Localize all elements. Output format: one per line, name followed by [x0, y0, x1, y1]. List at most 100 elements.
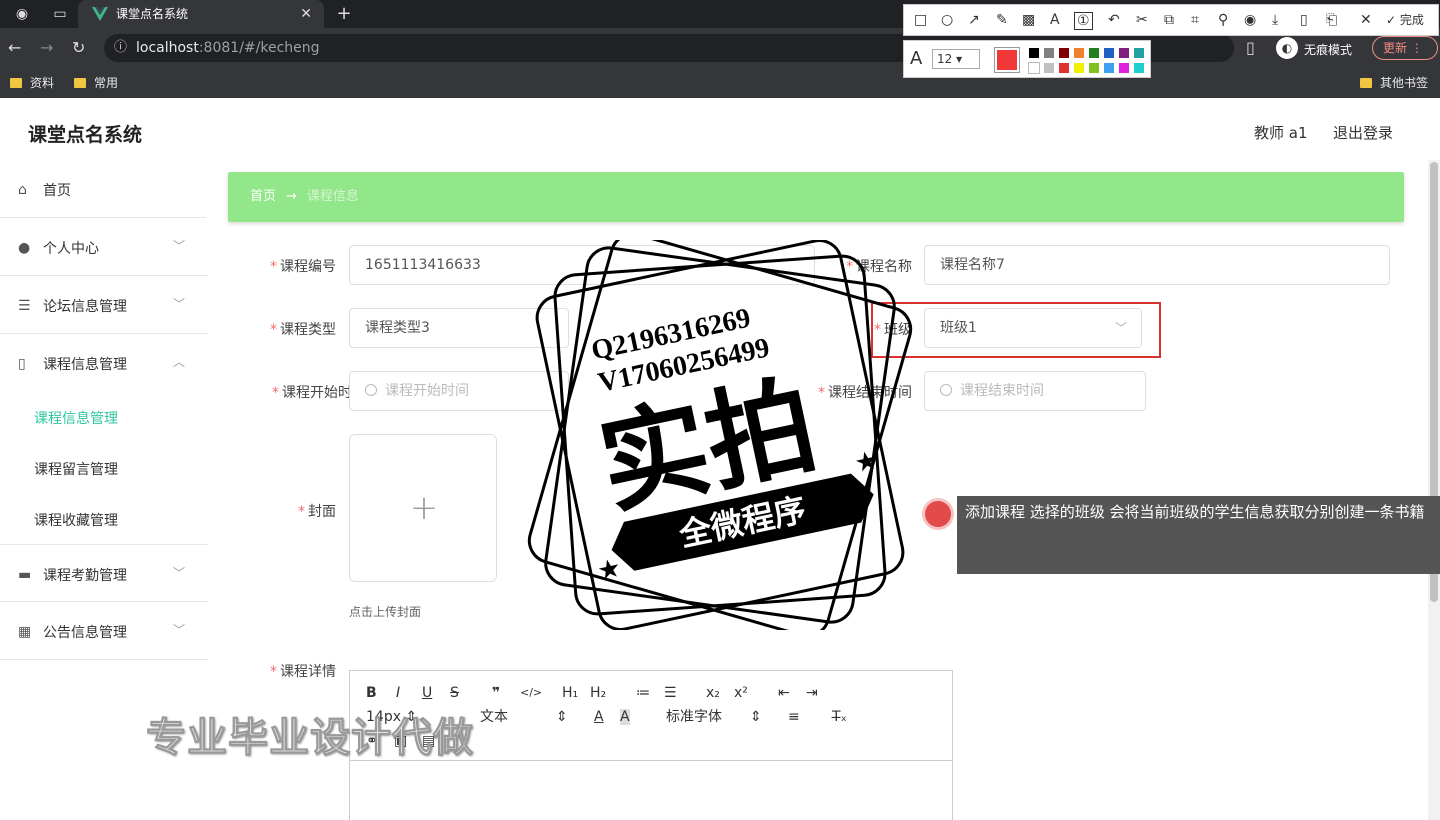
color-swatch[interactable] — [1088, 62, 1100, 74]
bookmark-folder-2[interactable]: 常用 — [74, 75, 118, 91]
course-type-value: 课程类型3 — [365, 320, 430, 336]
save-bookmark-icon[interactable]: ⎗ — [1326, 12, 1337, 28]
color-swatch[interactable] — [1103, 47, 1115, 59]
italic-icon[interactable]: I — [396, 685, 400, 701]
clock-icon — [940, 384, 952, 396]
tab-search-icon[interactable]: ▭ — [52, 6, 68, 22]
forward-icon[interactable]: → — [40, 39, 53, 57]
browser-menu-icon[interactable]: ◉ — [14, 6, 30, 22]
tab-title: 课堂点名系统 — [116, 7, 189, 21]
sidebar-subitem-course-favorite[interactable]: 课程收藏管理 — [34, 510, 118, 530]
color-swatch[interactable] — [1073, 47, 1085, 59]
bold-icon[interactable]: B — [366, 685, 377, 701]
color-swatch[interactable] — [1028, 62, 1040, 74]
phone-icon[interactable]: ▯ — [1300, 12, 1308, 28]
h1-icon[interactable]: H₁ — [562, 685, 578, 701]
ellipse-tool-icon[interactable]: ○ — [941, 12, 953, 28]
color-swatch[interactable] — [1043, 47, 1055, 59]
sidebar-item-notice[interactable]: ▦ 公告信息管理 ﹀ — [0, 602, 208, 660]
mosaic-tool-icon[interactable]: ▩ — [1022, 12, 1035, 28]
pin-icon[interactable]: ⚲ — [1218, 12, 1228, 28]
subscript-icon[interactable]: x₂ — [706, 685, 720, 701]
header-select[interactable]: 文本 — [480, 709, 508, 725]
color-swatch[interactable] — [1118, 62, 1130, 74]
rectangle-tool-icon[interactable]: □ — [914, 12, 927, 28]
code-icon[interactable]: </> — [520, 685, 542, 701]
color-swatch[interactable] — [1133, 47, 1145, 59]
bullet-list-icon[interactable]: ☰ — [664, 685, 677, 701]
sidebar-subitem-course-info[interactable]: 课程信息管理 — [34, 408, 118, 428]
sidebar-subitem-course-message[interactable]: 课程留言管理 — [34, 459, 118, 479]
translate-icon[interactable]: ⧉ — [1164, 12, 1174, 28]
arrow-tool-icon[interactable]: ↗ — [968, 12, 980, 28]
quote-icon[interactable]: ❞ — [492, 685, 500, 701]
font-color-icon[interactable]: A — [594, 709, 604, 725]
indent-icon[interactable]: ⇥ — [806, 685, 818, 701]
sidebar-item-forum[interactable]: ☰ 论坛信息管理 ﹀ — [0, 276, 208, 334]
page-scrollbar[interactable] — [1428, 160, 1440, 820]
download-icon[interactable]: ⤓ — [1272, 12, 1278, 28]
undo-icon[interactable]: ↶ — [1108, 12, 1120, 28]
strike-icon[interactable]: S — [450, 685, 459, 701]
color-swatch[interactable] — [1103, 62, 1115, 74]
clear-format-icon[interactable]: T̶ₓ — [832, 709, 847, 725]
header-value: 文本 — [480, 709, 508, 725]
sidebar-item-personal[interactable]: ● 个人中心 ﹀ — [0, 218, 208, 276]
close-tab-icon[interactable]: ✕ — [300, 0, 312, 28]
h2-icon[interactable]: H₂ — [590, 685, 606, 701]
record-icon[interactable]: ◉ — [1244, 12, 1256, 28]
cover-upload[interactable]: + — [349, 434, 497, 582]
color-swatch[interactable] — [1043, 62, 1055, 74]
color-swatch[interactable] — [1058, 47, 1070, 59]
done-button[interactable]: ✓ 完成 — [1386, 12, 1424, 28]
superscript-icon[interactable]: x² — [734, 685, 748, 701]
color-swatch[interactable] — [1133, 62, 1145, 74]
sidebar-item-course[interactable]: ▯ 课程信息管理 ︿ — [0, 334, 208, 392]
color-swatch[interactable] — [1073, 62, 1085, 74]
header-select-arrow-icon[interactable]: ⇕ — [556, 709, 568, 725]
course-name-input[interactable]: 课程名称7 — [924, 245, 1390, 285]
sidebar-item-home[interactable]: ⌂ 首页 — [0, 160, 206, 218]
end-time-input[interactable]: 课程结束时间 — [924, 371, 1146, 411]
breadcrumb-home[interactable]: 首页 — [250, 189, 276, 204]
back-icon[interactable]: ← — [8, 39, 21, 57]
text-tool-icon[interactable]: A — [1050, 12, 1060, 28]
number-tool-icon[interactable]: ① — [1074, 12, 1093, 30]
other-bookmarks[interactable]: 其他书签 — [1360, 75, 1428, 91]
font-select[interactable]: 标准字体 — [666, 709, 722, 725]
color-swatch[interactable] — [1088, 47, 1100, 59]
list-icon: ☰ — [18, 298, 31, 314]
pen-tool-icon[interactable]: ✎ — [996, 12, 1008, 28]
cut-icon[interactable]: ✂ — [1136, 12, 1148, 28]
reload-icon[interactable]: ↻ — [72, 39, 85, 57]
cancel-icon[interactable]: ✕ — [1360, 12, 1372, 28]
font-size-select[interactable]: 12 ▾ — [932, 49, 980, 69]
bottom-watermark: 专业毕业设计代做 — [146, 715, 474, 762]
color-swatch[interactable] — [1058, 62, 1070, 74]
color-swatch[interactable] — [1028, 47, 1040, 59]
ocr-icon[interactable]: ⌗ — [1191, 12, 1199, 28]
logout-link[interactable]: 退出登录 — [1333, 122, 1393, 143]
align-icon[interactable]: ≡ — [788, 709, 800, 725]
bookmark-folder-1[interactable]: 资料 — [10, 75, 54, 91]
plus-icon: + — [409, 488, 439, 528]
browser-tab[interactable]: 课堂点名系统 ✕ — [78, 0, 324, 28]
site-info-icon[interactable]: ⓘ — [114, 34, 127, 62]
new-tab-icon[interactable]: + — [336, 5, 352, 23]
folder-icon — [10, 78, 22, 88]
end-time-placeholder: 课程结束时间 — [960, 383, 1044, 399]
outdent-icon[interactable]: ⇤ — [778, 685, 790, 701]
chevron-up-icon: ︿ — [173, 355, 186, 369]
cover-label: * 封面 — [298, 504, 336, 520]
color-swatch[interactable] — [1118, 47, 1130, 59]
bookmark-label: 常用 — [94, 76, 119, 90]
snip-tools-row: □ ○ ↗ ✎ ▩ A ① ↶ ✂ ⧉ ⌗ ⚲ ◉ ⤓ ▯ ⎗ ✕ ✓ 完成 — [903, 4, 1439, 36]
course-no-label: * 课程编号 — [270, 259, 336, 275]
selected-color[interactable] — [994, 47, 1020, 73]
breadcrumb-current: 课程信息 — [306, 189, 359, 204]
underline-icon[interactable]: U — [422, 685, 432, 701]
font-select-arrow-icon[interactable]: ⇕ — [750, 709, 762, 725]
sidebar-item-attendance[interactable]: ▬ 课程考勤管理 ﹀ — [0, 544, 208, 602]
ordered-list-icon[interactable]: ≔ — [636, 685, 650, 701]
background-color-icon[interactable]: A — [620, 709, 630, 725]
